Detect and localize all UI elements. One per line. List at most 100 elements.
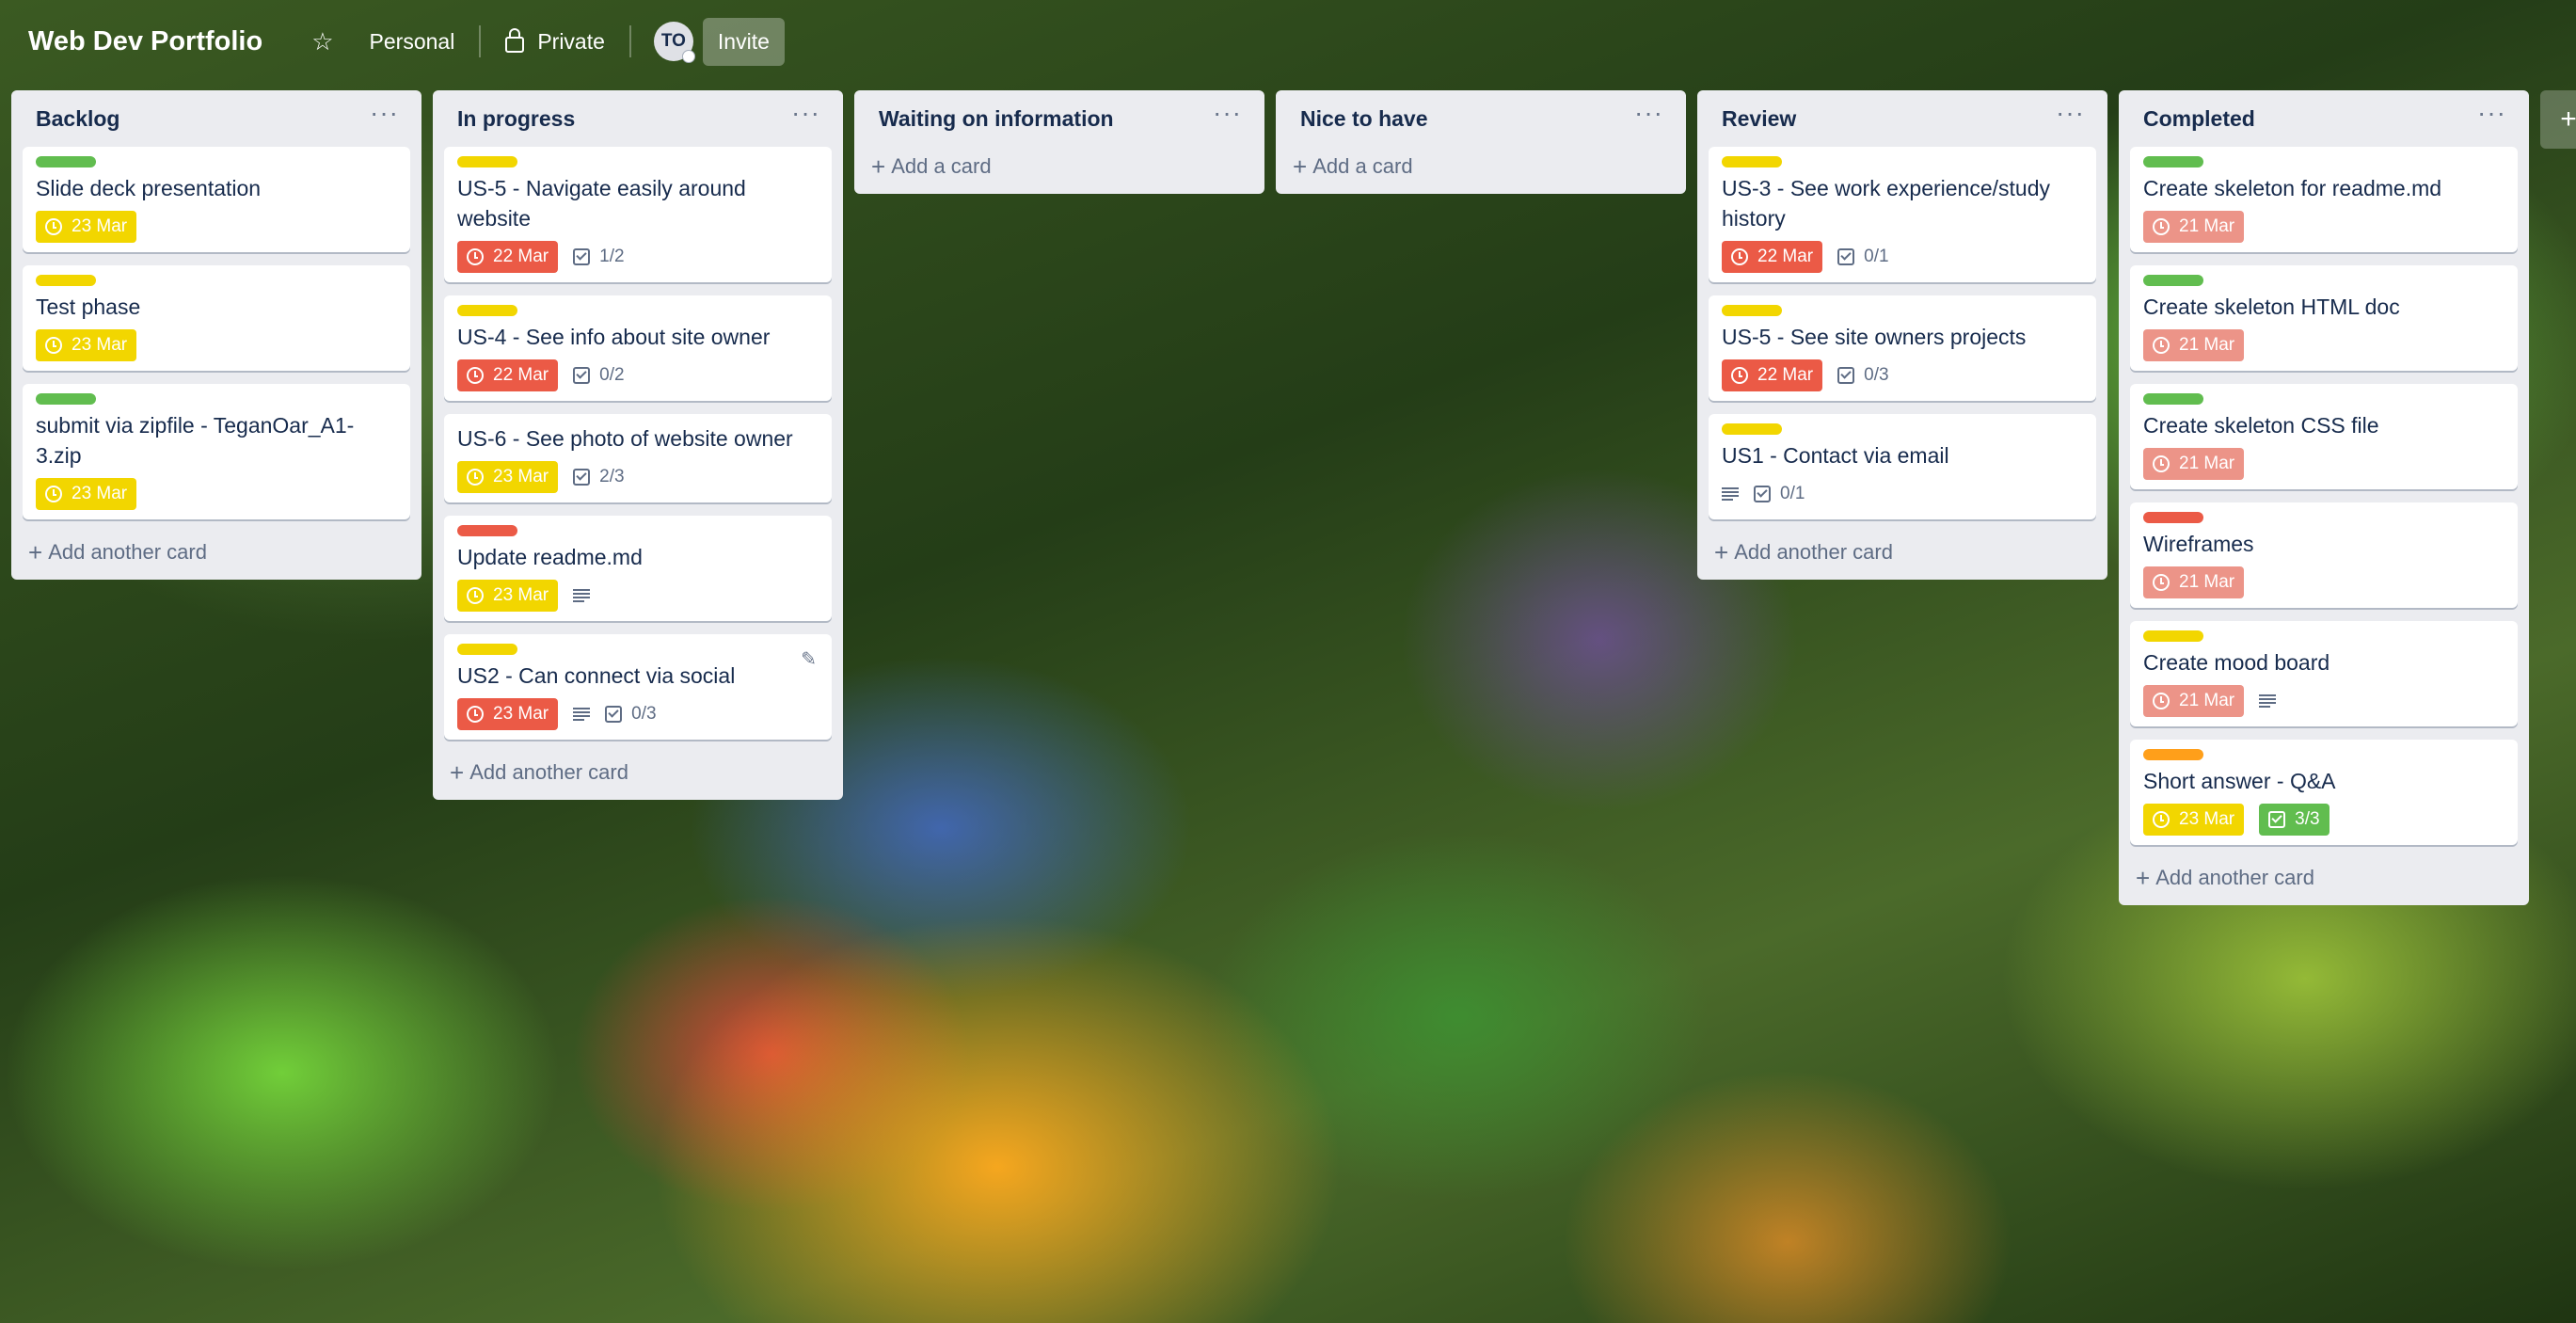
card-label-green[interactable] — [36, 156, 96, 167]
due-date-badge[interactable]: 22 Mar — [1722, 241, 1823, 273]
due-date-text: 21 Mar — [2179, 572, 2235, 592]
list-menu-icon[interactable]: ··· — [2477, 100, 2506, 126]
card-label-green[interactable] — [2143, 275, 2203, 286]
card-label-red[interactable] — [2143, 512, 2203, 523]
due-date-text: 23 Mar — [72, 335, 128, 355]
card[interactable]: Test phase 23 Mar — [23, 265, 410, 371]
due-date-badge[interactable]: 21 Mar — [2143, 211, 2245, 243]
card-title: Wireframes — [2143, 532, 2254, 556]
due-date-badge[interactable]: 21 Mar — [2143, 448, 2245, 480]
due-date-badge[interactable]: 23 Mar — [36, 329, 137, 361]
card-label-yellow[interactable] — [1722, 423, 1782, 435]
list-title[interactable]: Completed — [2143, 106, 2255, 132]
card-title: US2 - Can connect via social — [457, 663, 736, 688]
due-date-badge[interactable]: 22 Mar — [1722, 359, 1823, 391]
add-card-button[interactable]: + Add another card — [2130, 858, 2518, 898]
card-label-green[interactable] — [2143, 156, 2203, 167]
checklist-badge: 0/3 — [1837, 359, 1889, 391]
due-date-badge[interactable]: 22 Mar — [457, 241, 559, 273]
card-badges: 21 Mar — [2143, 211, 2504, 243]
clock-icon — [467, 367, 484, 384]
card[interactable]: Create skeleton for readme.md 21 Mar — [2130, 147, 2518, 252]
card-label-yellow[interactable] — [1722, 156, 1782, 167]
member-avatar[interactable]: TO — [653, 22, 695, 63]
card-label-yellow[interactable] — [2143, 630, 2203, 642]
list-title[interactable]: Nice to have — [1300, 106, 1428, 132]
visibility-label: Private — [537, 28, 605, 54]
card[interactable]: US-5 - Navigate easily around website 22 … — [444, 147, 832, 282]
list-title[interactable]: In progress — [457, 106, 575, 132]
plus-icon: + — [1293, 152, 1308, 181]
list-title[interactable]: Waiting on information — [879, 106, 1114, 132]
card-label-green[interactable] — [36, 393, 96, 405]
card-badges: 0/1 — [1722, 478, 2083, 510]
card-title: Create skeleton CSS file — [2143, 413, 2379, 438]
add-card-button[interactable]: + Add a card — [1287, 147, 1675, 186]
add-card-label: Add a card — [1312, 154, 1413, 178]
list-menu-icon[interactable]: ··· — [1213, 100, 1242, 126]
card[interactable]: ✎ US2 - Can connect via social 23 Mar 0/3 — [444, 634, 832, 740]
star-icon: ☆ — [311, 26, 334, 56]
list-menu-icon[interactable]: ··· — [791, 100, 820, 126]
card-label-green[interactable] — [2143, 393, 2203, 405]
due-date-badge[interactable]: 23 Mar — [457, 580, 559, 612]
star-button[interactable]: ☆ — [300, 20, 344, 64]
add-list-button[interactable]: + — [2540, 90, 2576, 149]
card[interactable]: US-6 - See photo of website owner 23 Mar 2… — [444, 414, 832, 502]
list-title[interactable]: Backlog — [36, 106, 119, 132]
card-label-red[interactable] — [457, 525, 517, 536]
due-date-badge[interactable]: 23 Mar — [36, 211, 137, 243]
due-date-badge[interactable]: 23 Mar — [457, 461, 559, 493]
card-label-yellow[interactable] — [36, 275, 96, 286]
card[interactable]: Short answer - Q&A 23 Mar 3/3 — [2130, 740, 2518, 845]
card-badges: 21 Mar — [2143, 685, 2504, 717]
add-card-label: Add another card — [1734, 540, 1893, 564]
list-menu-icon[interactable]: ··· — [370, 100, 399, 126]
list-title[interactable]: Review — [1722, 106, 1796, 132]
list-menu-icon[interactable]: ··· — [1634, 100, 1663, 126]
card[interactable]: Create mood board 21 Mar — [2130, 621, 2518, 726]
card-label-yellow[interactable] — [457, 644, 517, 655]
list-in-progress: In progress ··· US-5 - Navigate easily aro… — [433, 90, 843, 800]
due-date-text: 23 Mar — [493, 585, 549, 605]
due-date-badge[interactable]: 22 Mar — [457, 359, 559, 391]
card[interactable]: Update readme.md 23 Mar — [444, 516, 832, 621]
card[interactable]: Wireframes 21 Mar — [2130, 502, 2518, 608]
add-card-button[interactable]: + Add another card — [1709, 533, 2096, 572]
card[interactable]: Slide deck presentation 23 Mar — [23, 147, 410, 252]
card[interactable]: US-4 - See info about site owner 22 Mar 0/… — [444, 295, 832, 401]
clock-icon — [2153, 574, 2170, 591]
workspace-button[interactable]: Personal — [358, 22, 467, 62]
description-icon — [1722, 487, 1739, 501]
board-title[interactable]: Web Dev Portfolio — [28, 26, 262, 57]
add-card-button[interactable]: + Add another card — [444, 753, 832, 792]
invite-button[interactable]: Invite — [702, 17, 785, 66]
add-card-label: Add another card — [2155, 866, 2314, 889]
due-date-badge[interactable]: 21 Mar — [2143, 685, 2245, 717]
checklist-count: 3/3 — [2295, 809, 2320, 829]
due-date-badge[interactable]: 23 Mar — [36, 478, 137, 510]
add-card-button[interactable]: + Add another card — [23, 533, 410, 572]
card[interactable]: Create skeleton HTML doc 21 Mar — [2130, 265, 2518, 371]
description-icon — [2259, 694, 2277, 708]
card-label-yellow[interactable] — [457, 156, 517, 167]
card-label-orange[interactable] — [2143, 749, 2203, 760]
add-card-button[interactable]: + Add a card — [866, 147, 1253, 186]
due-date-badge[interactable]: 23 Mar — [2143, 804, 2245, 836]
card[interactable]: Create skeleton CSS file 21 Mar — [2130, 384, 2518, 489]
list-menu-icon[interactable]: ··· — [2056, 100, 2085, 126]
card[interactable]: submit via zipfile - TeganOar_A1-3.zip 23… — [23, 384, 410, 519]
edit-card-icon[interactable]: ✎ — [801, 647, 817, 671]
due-date-badge[interactable]: 21 Mar — [2143, 329, 2245, 361]
due-date-badge[interactable]: 23 Mar — [457, 698, 559, 730]
due-date-text: 23 Mar — [2179, 809, 2235, 829]
checklist-icon — [1837, 248, 1855, 265]
card-label-yellow[interactable] — [457, 305, 517, 316]
card[interactable]: US-3 - See work experience/study history… — [1709, 147, 2096, 282]
card-badges: 23 Mar 0/3 — [457, 698, 819, 730]
card[interactable]: US-5 - See site owners projects 22 Mar 0/3 — [1709, 295, 2096, 401]
visibility-button[interactable]: Private — [494, 22, 616, 62]
card[interactable]: US1 - Contact via email 0/1 — [1709, 414, 2096, 519]
due-date-badge[interactable]: 21 Mar — [2143, 566, 2245, 598]
card-label-yellow[interactable] — [1722, 305, 1782, 316]
